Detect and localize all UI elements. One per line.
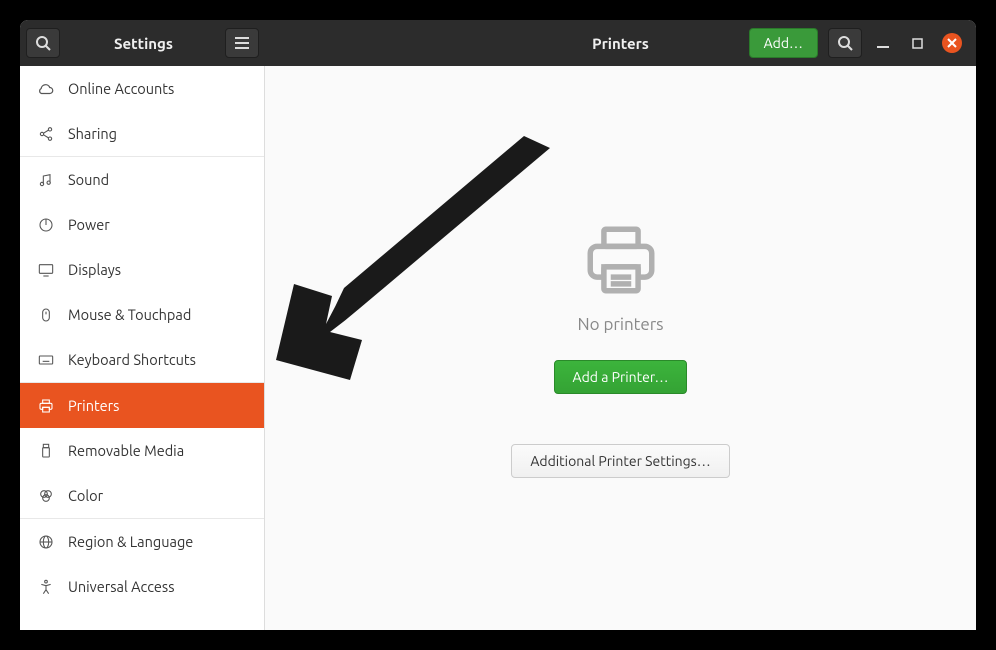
sidebar-item-removable-media[interactable]: Removable Media (20, 428, 264, 473)
sound-icon (36, 170, 56, 190)
headerbar-left: Settings (20, 20, 265, 66)
maximize-icon (912, 38, 923, 49)
sidebar-item-online-accounts[interactable]: Online Accounts (20, 66, 264, 111)
displays-icon (36, 260, 56, 280)
add-printer-button[interactable]: Add a Printer… (554, 360, 688, 394)
no-printers-message: No printers (577, 315, 663, 334)
globe-icon (36, 532, 56, 552)
window-controls (874, 33, 962, 53)
sidebar-item-label: Region & Language (68, 533, 193, 550)
sidebar-item-label: Universal Access (68, 578, 175, 595)
sidebar-item-sound[interactable]: Sound (20, 157, 264, 202)
add-button[interactable]: Add… (749, 28, 818, 58)
additional-printer-settings-button[interactable]: Additional Printer Settings… (511, 444, 729, 478)
sidebar-item-label: Online Accounts (68, 80, 174, 97)
search-icon (837, 35, 853, 51)
sidebar-item-printers[interactable]: Printers (20, 383, 264, 428)
sidebar-item-label: Sound (68, 171, 109, 188)
sidebar-item-power[interactable]: Power (20, 202, 264, 247)
window-maximize-button[interactable] (908, 34, 926, 52)
main-pane: No printers Add a Printer… Additional Pr… (265, 66, 976, 630)
sidebar-item-label: Mouse & Touchpad (68, 306, 191, 323)
sidebar-item-mouse-touchpad[interactable]: Mouse & Touchpad (20, 292, 264, 337)
sidebar-item-region-language[interactable]: Region & Language (20, 519, 264, 564)
close-icon (947, 38, 957, 48)
share-icon (36, 124, 56, 144)
sidebar-item-universal-access[interactable]: Universal Access (20, 564, 264, 609)
minimize-icon (877, 37, 889, 49)
window-minimize-button[interactable] (874, 34, 892, 52)
headerbar-right: Printers Add… (265, 20, 976, 66)
hamburger-menu-button[interactable] (225, 28, 259, 58)
headerbar: Settings Printers Add… (20, 20, 976, 66)
sidebar-item-label: Displays (68, 261, 121, 278)
pane-title: Printers (592, 35, 649, 52)
sidebar[interactable]: Online Accounts Sharing Sound Power Displays… (20, 66, 265, 630)
pane-search-button[interactable] (828, 28, 862, 58)
sidebar-item-color[interactable]: Color (20, 473, 264, 518)
window-body: Online Accounts Sharing Sound Power Displays… (20, 66, 976, 630)
mouse-icon (36, 305, 56, 325)
search-icon (35, 35, 51, 51)
sidebar-item-label: Power (68, 216, 110, 233)
sidebar-item-label: Sharing (68, 125, 117, 142)
sidebar-item-label: Color (68, 487, 103, 504)
access-icon (36, 577, 56, 597)
sidebar-item-label: Printers (68, 397, 119, 414)
sidebar-item-keyboard-shortcuts[interactable]: Keyboard Shortcuts (20, 337, 264, 382)
sidebar-item-label: Keyboard Shortcuts (68, 351, 196, 368)
printer-icon (580, 219, 662, 301)
sidebar-item-sharing[interactable]: Sharing (20, 111, 264, 156)
keyboard-icon (36, 350, 56, 370)
printer-icon (36, 396, 56, 416)
sidebar-item-label: Removable Media (68, 442, 184, 459)
hamburger-icon (235, 37, 249, 49)
color-icon (36, 486, 56, 506)
window-close-button[interactable] (942, 33, 962, 53)
power-icon (36, 215, 56, 235)
cloud-icon (36, 79, 56, 99)
sidebar-item-displays[interactable]: Displays (20, 247, 264, 292)
usb-icon (36, 441, 56, 461)
settings-window: Settings Printers Add… (20, 20, 976, 630)
sidebar-search-button[interactable] (26, 28, 60, 58)
